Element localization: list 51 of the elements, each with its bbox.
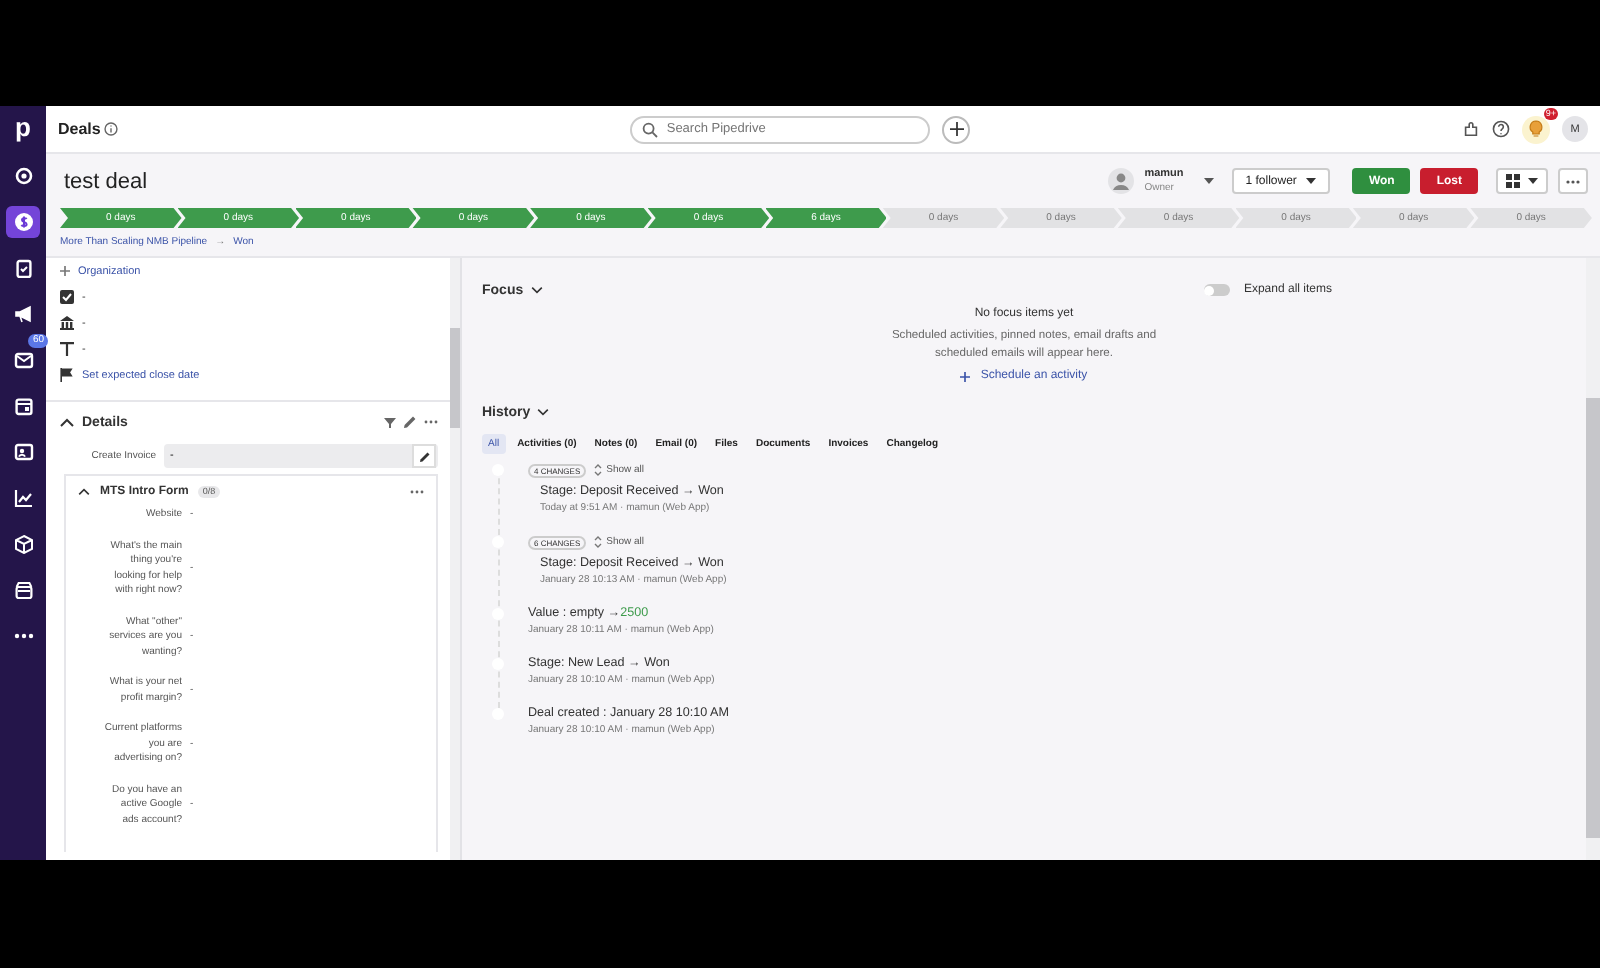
scrollbar[interactable] <box>1586 258 1600 860</box>
timeline-dot <box>492 536 504 548</box>
edit-button[interactable] <box>412 444 436 468</box>
calendar-icon <box>13 396 33 416</box>
chevron-down-icon[interactable] <box>529 286 544 294</box>
app-logo[interactable]: p <box>15 114 31 146</box>
toggle-switch[interactable] <box>1203 284 1230 296</box>
pencil-icon <box>419 451 429 461</box>
building-icon <box>60 316 74 330</box>
help-icon[interactable] <box>1492 120 1510 138</box>
target-icon <box>13 166 33 186</box>
caret-icon[interactable] <box>1203 178 1214 184</box>
plus-icon <box>960 371 971 381</box>
caret-icon <box>1306 178 1317 184</box>
text-icon <box>60 342 74 356</box>
checkbox-icon <box>60 290 74 304</box>
info-icon <box>104 122 119 136</box>
chevron-down-icon[interactable] <box>536 408 551 416</box>
timeline-dot <box>492 658 504 670</box>
chevron-icon[interactable] <box>60 417 74 427</box>
search-icon <box>642 121 659 137</box>
nav-item[interactable] <box>6 206 40 238</box>
clipboard-icon <box>13 258 33 278</box>
flag-icon <box>60 368 74 382</box>
chart-icon <box>13 488 33 508</box>
scrollbar[interactable] <box>450 258 460 860</box>
view-options-button[interactable] <box>1496 168 1548 194</box>
plus-icon <box>60 266 70 276</box>
mail-icon <box>13 350 33 370</box>
timeline-dot <box>492 708 504 720</box>
timeline-dot <box>492 608 504 620</box>
store-icon <box>13 580 33 600</box>
pencil-icon[interactable] <box>404 416 416 428</box>
contact-card-icon <box>13 442 33 462</box>
timeline-dot <box>492 464 504 476</box>
person-avatar-icon <box>1108 168 1135 194</box>
page-title: Deals <box>58 120 101 138</box>
expand-arrows-icon <box>594 536 603 548</box>
add-button[interactable] <box>942 115 971 143</box>
dollar-icon <box>13 212 33 232</box>
lightbulb-icon <box>1528 120 1544 138</box>
expand-arrows-icon <box>594 464 603 476</box>
filter-icon[interactable] <box>384 417 396 427</box>
chevron-icon[interactable] <box>78 488 90 496</box>
more-icon <box>13 632 33 640</box>
plus-icon <box>949 122 964 136</box>
box-icon <box>13 534 33 554</box>
megaphone-icon <box>13 304 33 324</box>
deal-title: test deal <box>64 169 148 193</box>
caret-icon <box>1528 178 1538 184</box>
grid-icon <box>1506 174 1520 188</box>
